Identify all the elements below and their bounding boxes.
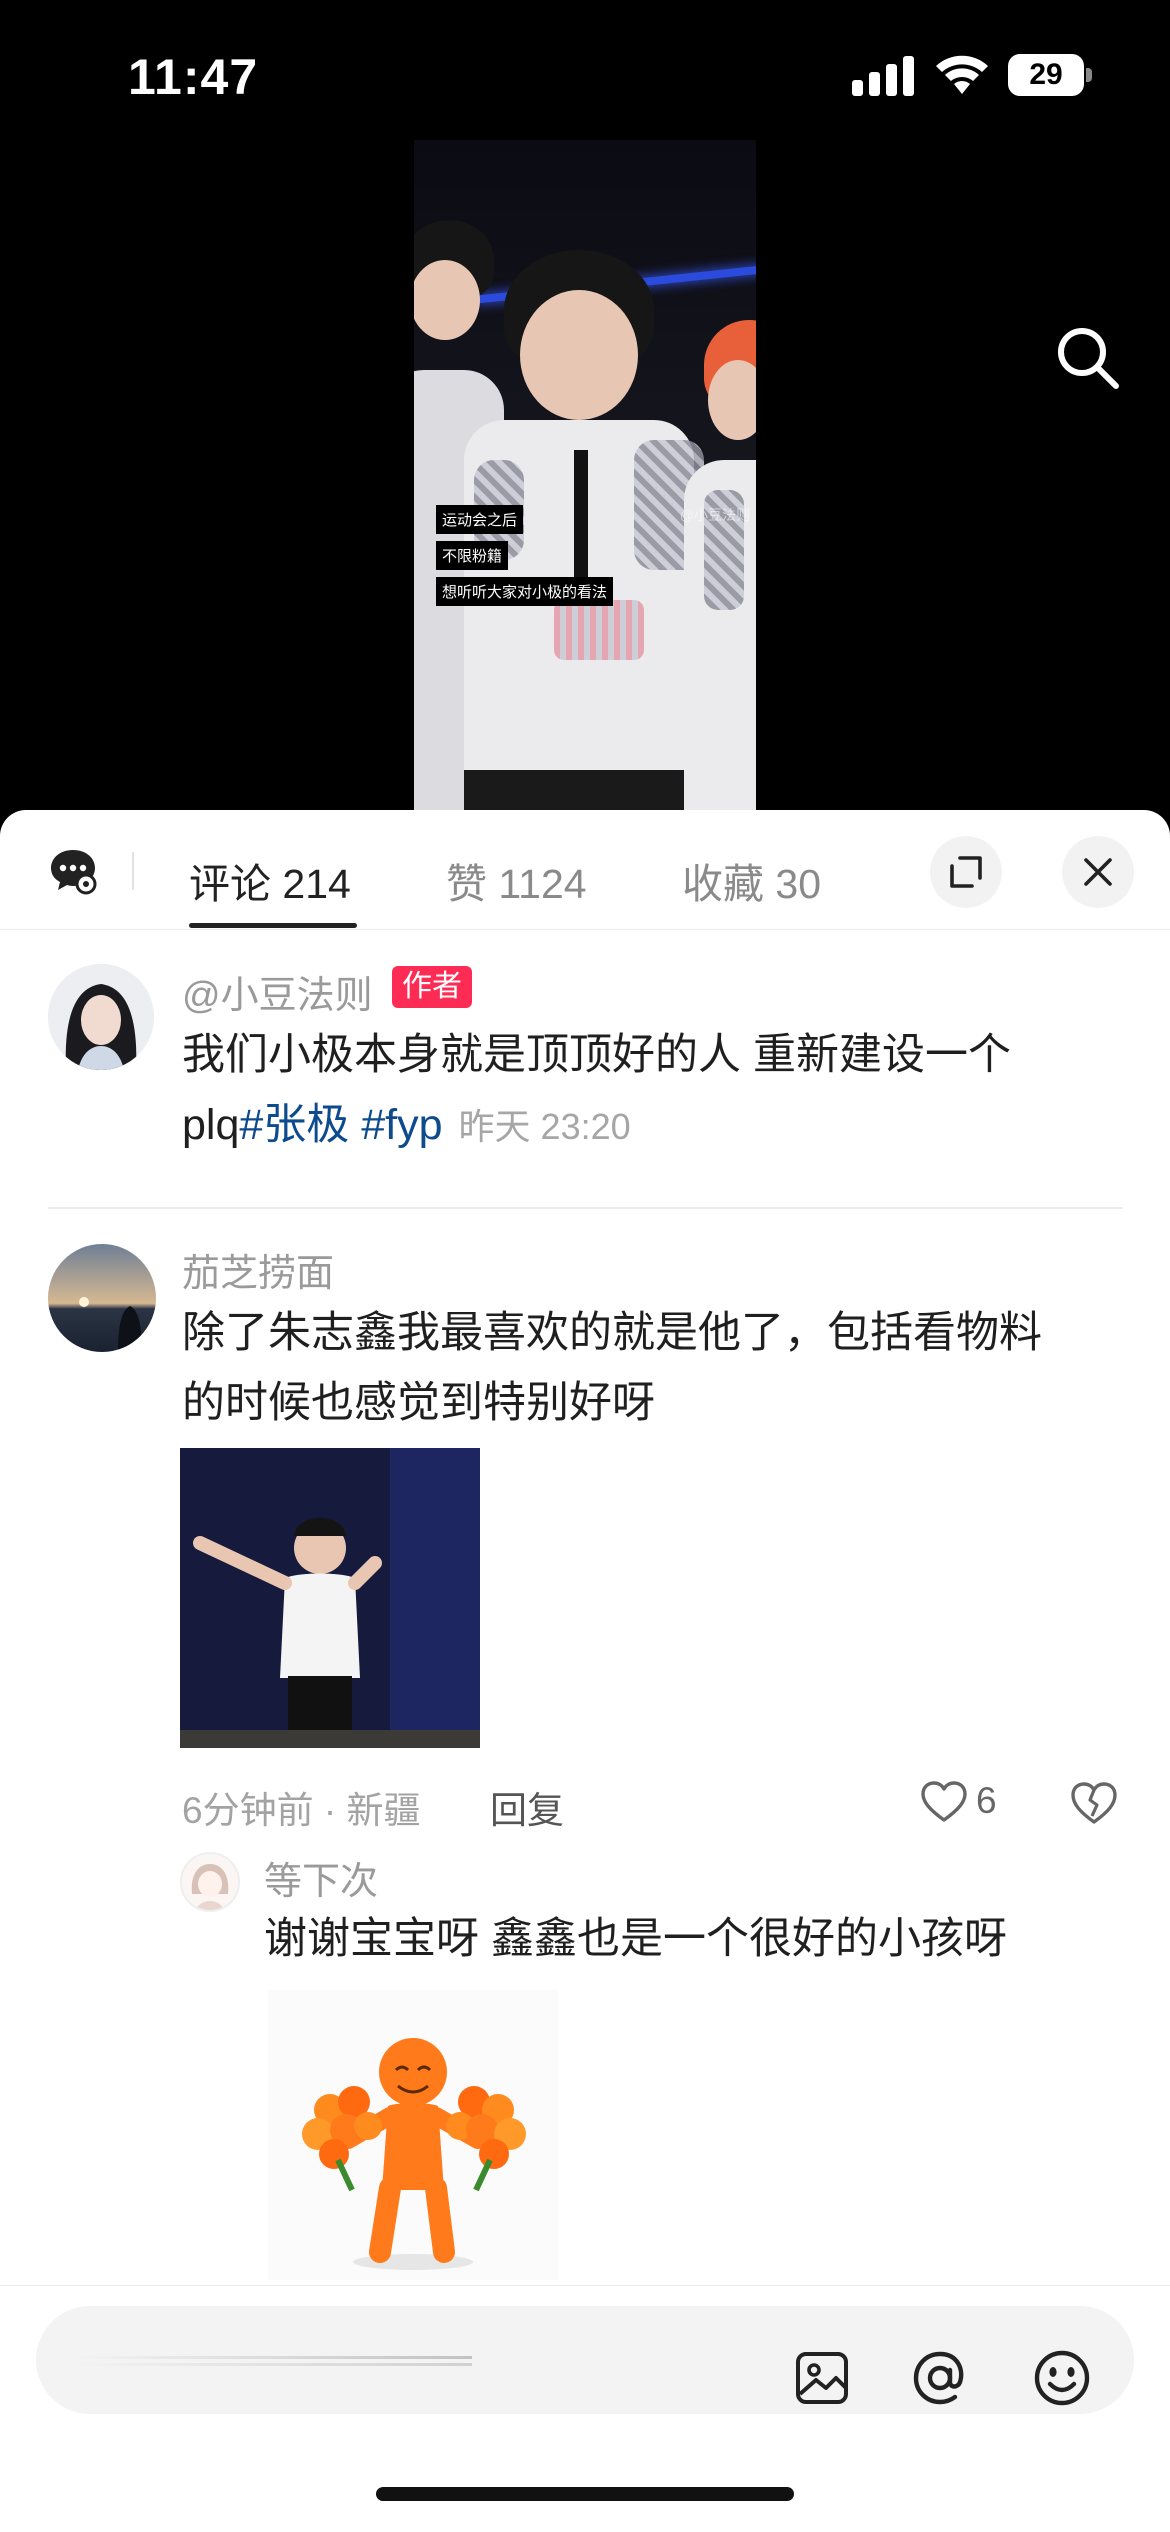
avatar[interactable] <box>48 1244 156 1352</box>
emoji-icon[interactable] <box>1032 2348 1092 2408</box>
close-icon <box>1084 858 1112 886</box>
at-icon[interactable] <box>910 2348 970 2408</box>
status-time: 11:47 <box>128 49 259 105</box>
tab-favorites[interactable]: 收藏 30 <box>682 850 821 910</box>
reply-item[interactable]: 等下次 谢谢宝宝呀 鑫鑫也是一个很好的小孩呀 <box>0 1840 1170 2310</box>
divider <box>48 1207 1123 1209</box>
home-indicator[interactable] <box>376 2487 794 2501</box>
video-player[interactable]: 运动会之后 不限粉籍 想听听大家对小极的看法 @小豆法则 <box>0 140 1170 820</box>
comment-text: 除了朱志鑫我最喜欢的就是他了，包括看物料 的时候也感觉到特别好呀 <box>182 1309 1042 1427</box>
close-button[interactable] <box>1062 836 1134 908</box>
wifi-icon <box>936 55 988 94</box>
comment-item[interactable]: @小豆法则 作者 我们小极本身就是顶顶好的人 重新建设一个 plq#张极 #fy… <box>0 930 1170 1210</box>
comment-text: 我们小极本身就是顶顶好的人 重新建设一个 plq#张极 #fyp 昨天 23:20 <box>182 1031 1011 1149</box>
caption-line: 运动会之后 <box>436 505 524 534</box>
like-count: 6 <box>976 1780 997 1821</box>
like-button[interactable]: 6 <box>920 1780 1030 1828</box>
comment-item[interactable]: 茄芝捞面 除了朱志鑫我最喜欢的就是他了，包括看物料 的时候也感觉到特别好呀 6分… <box>0 1210 1170 1831</box>
avatar[interactable] <box>180 1852 240 1912</box>
battery-indicator: 29 <box>1008 54 1092 98</box>
video-thumbnail: 运动会之后 不限粉籍 想听听大家对小极的看法 @小豆法则 <box>414 140 756 820</box>
active-tab-indicator <box>189 923 357 928</box>
chat-settings-icon[interactable] <box>48 846 98 896</box>
image-icon[interactable] <box>792 2348 852 2408</box>
reply-button[interactable]: 回复 <box>490 1780 564 1834</box>
reply-sticker[interactable] <box>268 1990 558 2280</box>
reply-username[interactable]: 等下次 <box>264 1850 378 1905</box>
dislike-icon[interactable] <box>1070 1780 1118 1826</box>
expand-icon <box>950 856 982 888</box>
comment-username[interactable]: 茄芝捞面 <box>182 1242 334 1297</box>
avatar[interactable] <box>48 964 154 1070</box>
comment-meta: 6分钟前 · 新疆 <box>182 1790 421 1831</box>
comment-time: 昨天 23:20 <box>458 1106 631 1147</box>
comment-input[interactable] <box>36 2306 1134 2414</box>
battery-level: 29 <box>1029 58 1063 91</box>
comment-image[interactable] <box>180 1448 480 1748</box>
caption-line: 想听听大家对小极的看法 <box>436 577 614 606</box>
video-caption: 运动会之后 不限粉籍 想听听大家对小极的看法 <box>436 505 614 613</box>
comment-sheet: 评论 214 赞 1124 收藏 30 @小豆法则 作者 我们小极本身就是顶顶好… <box>0 810 1170 2532</box>
expand-button[interactable] <box>930 836 1002 908</box>
status-bar: 11:47 29 <box>0 0 1170 150</box>
author-badge: 作者 <box>392 966 472 1008</box>
caption-line: 不限粉籍 <box>436 541 509 570</box>
heart-icon <box>921 1781 967 1822</box>
search-icon[interactable] <box>1050 320 1126 396</box>
tab-comments[interactable]: 评论 214 <box>189 850 351 910</box>
cellular-signal-icon <box>852 56 914 96</box>
comment-username[interactable]: @小豆法则 <box>182 964 373 1019</box>
hashtag-link[interactable]: #fyp <box>361 1101 442 1149</box>
comment-tab-bar: 评论 214 赞 1124 收藏 30 <box>0 810 1170 930</box>
video-watermark: @小豆法则 <box>679 507 750 523</box>
tab-likes[interactable]: 赞 1124 <box>446 850 587 910</box>
reply-text: 谢谢宝宝呀 鑫鑫也是一个很好的小孩呀 <box>264 1915 1007 1963</box>
hashtag-link[interactable]: #张极 <box>239 1101 349 1149</box>
